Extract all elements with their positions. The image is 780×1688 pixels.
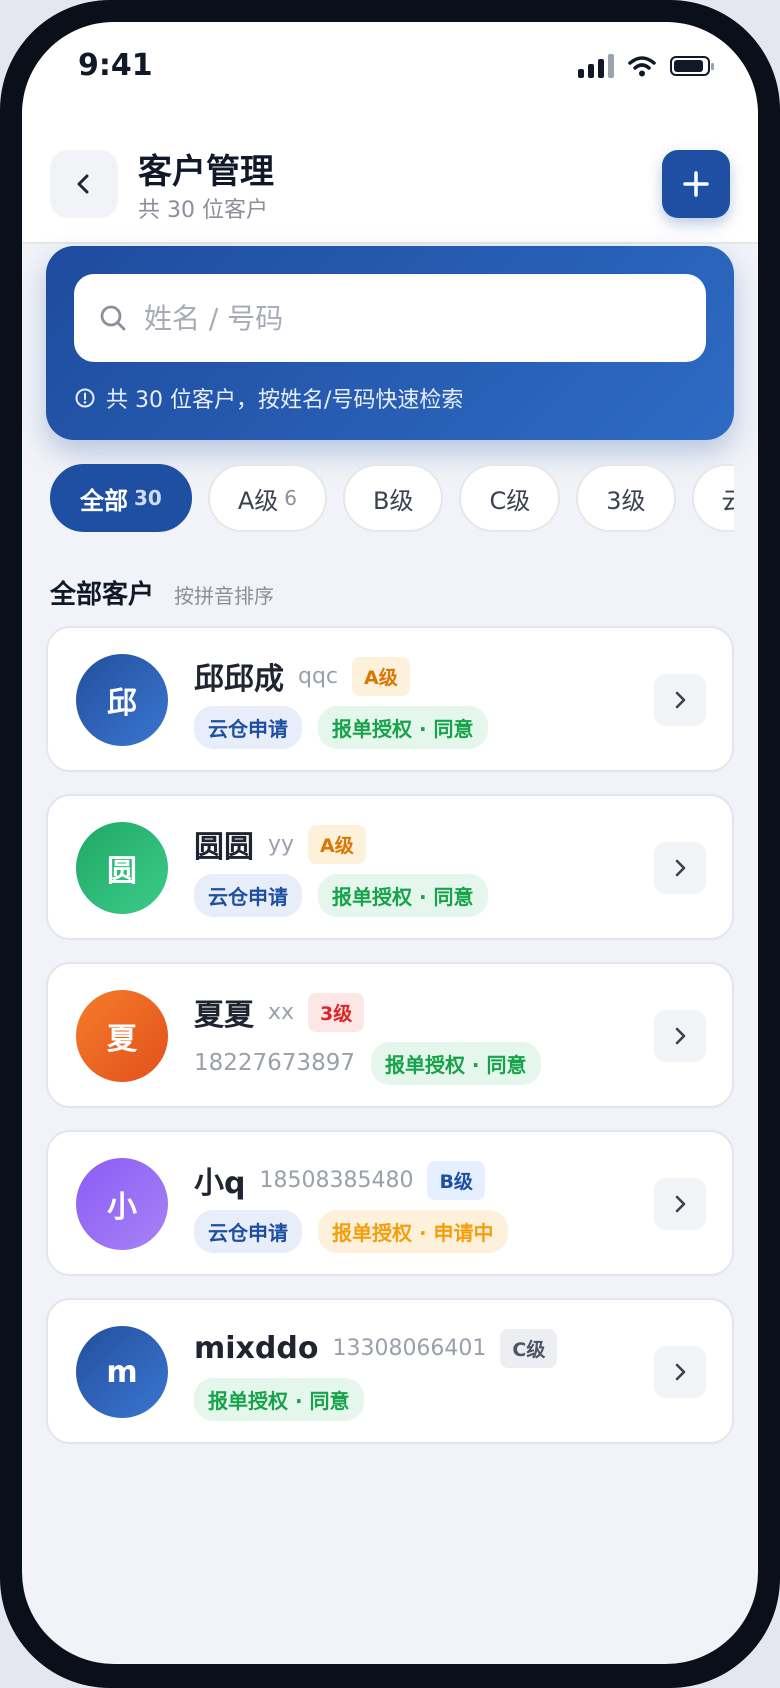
signal-icon (578, 54, 614, 78)
customer-card[interactable]: 小 小q 18508385480 B级 云仓申请 报单授权 · 申请中 (46, 1130, 734, 1276)
tag-cloud-apply: 云仓申请 (194, 873, 302, 917)
customer-card[interactable]: 圆 圆圆 yy A级 云仓申请 报单授权 · 同意 (46, 794, 734, 940)
tag-report-auth: 报单授权 · 同意 (370, 1041, 541, 1085)
chip-count: 30 (134, 486, 162, 510)
tag-cloud-apply: 云仓申请 (194, 705, 302, 749)
customer-name: 夏夏 (194, 998, 254, 1033)
level-badge: 3级 (308, 992, 365, 1032)
search-icon (100, 305, 126, 331)
battery-icon (670, 56, 714, 76)
customer-code: 18508385480 (259, 1167, 414, 1193)
tag-report-auth: 报单授权 · 同意 (194, 1377, 364, 1421)
search-card: 共 30 位客户，按姓名/号码快速检索 (46, 246, 734, 440)
chevron-right-icon (675, 1027, 686, 1045)
search-hint-text: 共 30 位客户，按姓名/号码快速检索 (106, 388, 464, 413)
back-button[interactable] (50, 150, 118, 218)
avatar: 圆 (76, 822, 168, 914)
customer-code: qqc (298, 663, 339, 689)
detail-button[interactable] (654, 1346, 706, 1398)
detail-button[interactable] (654, 1178, 706, 1230)
section-subtitle: 按拼音排序 (174, 584, 274, 608)
chevron-left-icon (77, 174, 89, 194)
detail-button[interactable] (654, 842, 706, 894)
chevron-right-icon (675, 1363, 686, 1381)
avatar: 邱 (76, 654, 168, 746)
page-title: 客户管理 (138, 152, 274, 192)
search-box[interactable] (74, 274, 706, 362)
customer-name: 邱邱成 (194, 662, 284, 697)
status-bar: 9:41 (22, 22, 758, 112)
section-title: 全部客户 (50, 580, 155, 610)
customer-list: 邱 邱邱成 qqc A级 云仓申请 报单授权 · 同意 圆 圆圆 yy A级 云… (46, 626, 734, 1466)
filter-chips: 全部 30 A级 6 B级 C级 3级 云 (50, 464, 734, 536)
status-time: 9:41 (78, 48, 153, 83)
customer-code: xx (268, 999, 295, 1025)
page-subtitle: 共 30 位客户 (138, 198, 268, 223)
chip-label: 3级 (606, 486, 646, 515)
filter-chip-3[interactable]: 3级 (576, 464, 676, 532)
chip-count: 6 (284, 486, 297, 510)
search-input[interactable] (142, 300, 686, 336)
screen: 9:41 客户管理 共 30 位客户 姓名 / 号码 共 30 位客户，按姓名/… (22, 22, 758, 1664)
customer-card[interactable]: m mixddo 13308066401 C级 报单授权 · 同意 (46, 1298, 734, 1444)
filter-chip-b[interactable]: B级 (343, 464, 444, 532)
tag-report-auth: 报单授权 · 同意 (318, 873, 488, 917)
chip-label: C级 (489, 486, 531, 515)
header: 客户管理 共 30 位客户 (22, 112, 758, 244)
phone-frame: 9:41 客户管理 共 30 位客户 姓名 / 号码 共 30 位客户，按姓名/… (0, 0, 780, 1688)
customer-name: mixddo (194, 1330, 319, 1366)
filter-chip-cloud[interactable]: 云 (691, 464, 734, 532)
avatar: 小 (76, 1158, 168, 1250)
chevron-right-icon (675, 859, 686, 877)
filter-chip-c[interactable]: C级 (459, 464, 561, 532)
wifi-icon (628, 56, 656, 77)
tag-report-auth: 报单授权 · 同意 (318, 705, 488, 749)
chevron-right-icon (675, 1195, 686, 1213)
chip-label: 云 (721, 486, 734, 515)
customer-code: 13308066401 (332, 1335, 487, 1361)
customer-card[interactable]: 邱 邱邱成 qqc A级 云仓申请 报单授权 · 同意 (46, 626, 734, 772)
tag-cloud-apply: 云仓申请 (194, 1209, 302, 1253)
chip-label: 全部 (80, 486, 128, 515)
filter-chip-all[interactable]: 全部 30 (50, 464, 192, 532)
chevron-right-icon (675, 691, 686, 709)
search-hint: 共 30 位客户，按姓名/号码快速检索 (74, 382, 463, 414)
detail-button[interactable] (654, 1010, 706, 1062)
avatar: m (76, 1326, 168, 1418)
level-badge: B级 (427, 1160, 485, 1200)
level-badge: C级 (500, 1328, 558, 1368)
chip-label: B级 (373, 486, 414, 515)
chip-label: A级 (237, 486, 279, 515)
customer-phone: 18227673897 (194, 1050, 355, 1076)
avatar: 夏 (76, 990, 168, 1082)
add-customer-button[interactable] (662, 150, 730, 218)
tag-report-auth: 报单授权 · 申请中 (318, 1209, 508, 1253)
filter-chip-a[interactable]: A级 6 (207, 464, 327, 532)
customer-name: 小q (194, 1166, 246, 1201)
detail-button[interactable] (654, 674, 706, 726)
plus-icon (683, 171, 709, 197)
customer-name: 圆圆 (194, 830, 254, 865)
level-badge: A级 (308, 824, 366, 864)
level-badge: A级 (352, 656, 410, 696)
customer-code: yy (268, 831, 295, 857)
info-icon (75, 388, 95, 408)
customer-card[interactable]: 夏 夏夏 xx 3级 18227673897 报单授权 · 同意 (46, 962, 734, 1108)
